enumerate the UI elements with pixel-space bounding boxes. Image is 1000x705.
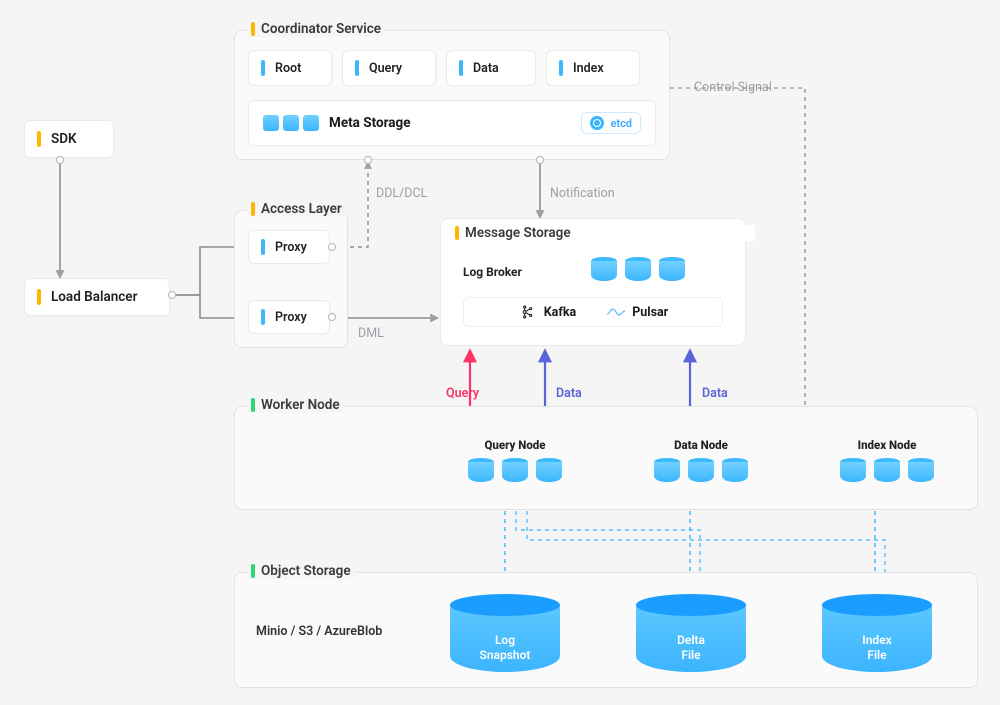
meta-storage-label: Meta Storage <box>329 115 411 131</box>
data-node-cylinders-icon <box>636 458 766 482</box>
coord-root: Root <box>248 50 332 86</box>
port-icon <box>328 313 336 321</box>
data-arrow-label-2: Data <box>702 386 728 401</box>
query-node: Query Node <box>450 438 580 482</box>
architecture-diagram: SDK Load Balancer Access Layer Proxy Pro… <box>0 0 1000 705</box>
broker-options: Kafka Pulsar <box>463 297 723 327</box>
coordinator-title: Coordinator Service <box>247 21 385 37</box>
index-node: Index Node <box>822 438 952 482</box>
sdk-label: SDK <box>51 131 77 147</box>
port-icon <box>168 291 176 299</box>
data-node: Data Node <box>636 438 766 482</box>
query-arrow-label: Query <box>446 386 479 401</box>
query-node-cylinders-icon <box>450 458 580 482</box>
coord-index: Index <box>546 50 640 86</box>
object-storage-providers: Minio / S3 / AzureBlob <box>256 624 382 639</box>
port-icon <box>56 156 64 164</box>
port-icon <box>328 243 336 251</box>
load-balancer-box: Load Balancer <box>24 278 170 316</box>
port-icon <box>364 156 372 164</box>
etcd-label: etcd <box>610 117 632 130</box>
control-signal-label: Control Signal <box>694 80 772 95</box>
proxy-box-2: Proxy <box>248 300 330 334</box>
worker-node-title: Worker Node <box>247 397 344 413</box>
access-layer-title: Access Layer <box>247 201 346 217</box>
port-icon <box>536 156 544 164</box>
index-file-cylinder: Index File <box>822 594 932 672</box>
proxy-box-1: Proxy <box>248 230 330 264</box>
data-arrow-label-1: Data <box>556 386 582 401</box>
kafka-option: Kafka <box>518 304 576 320</box>
message-storage-title: Message Storage <box>451 225 755 241</box>
message-storage-panel: Message Storage Log Broker Kafka Pulsar <box>440 218 746 346</box>
notification-label: Notification <box>550 186 615 201</box>
object-storage-title: Object Storage <box>247 563 355 579</box>
coord-data: Data <box>446 50 536 86</box>
log-broker-cylinders-icon <box>591 257 685 281</box>
log-snapshot-cylinder: Log Snapshot <box>450 594 560 672</box>
kafka-icon <box>518 304 538 320</box>
pulsar-icon <box>606 304 626 320</box>
coord-query: Query <box>342 50 436 86</box>
meta-cylinders-icon <box>263 115 319 131</box>
index-node-cylinders-icon <box>822 458 952 482</box>
meta-storage-row: Meta Storage etcd <box>248 100 656 146</box>
ddl-dcl-label: DDL/DCL <box>376 186 427 201</box>
dml-label: DML <box>358 326 384 341</box>
proxy2-label: Proxy <box>275 310 307 325</box>
log-broker-label: Log Broker <box>463 265 522 279</box>
etcd-badge: etcd <box>581 112 641 134</box>
load-balancer-label: Load Balancer <box>51 289 137 305</box>
sdk-box: SDK <box>24 120 114 158</box>
etcd-icon <box>590 116 604 130</box>
pulsar-option: Pulsar <box>606 304 668 320</box>
proxy1-label: Proxy <box>275 240 307 255</box>
delta-file-cylinder: Delta File <box>636 594 746 672</box>
